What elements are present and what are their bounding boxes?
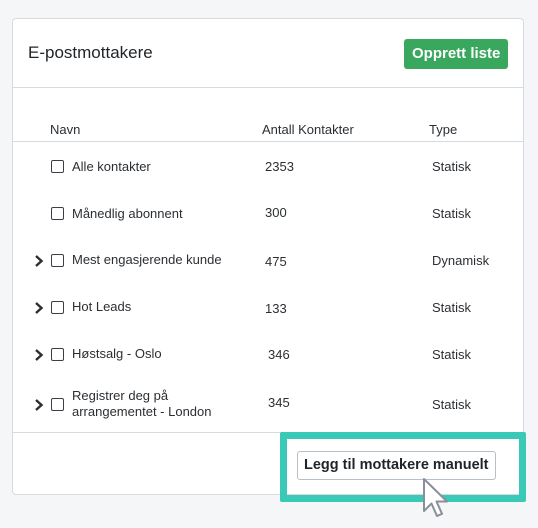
header-divider: [13, 141, 523, 142]
card-header: E-postmottakere Opprett liste: [13, 19, 523, 88]
table-row[interactable]: Mest engasjerende kunde 475 Dynamisk: [13, 251, 523, 271]
row-checkbox[interactable]: [51, 398, 64, 411]
row-name: Registrer deg på arrangementet - London: [72, 388, 212, 419]
table-row[interactable]: Hot Leads 133 Statisk: [13, 298, 523, 318]
chevron-right-icon[interactable]: [32, 398, 46, 412]
row-count: 345: [268, 395, 290, 410]
mouse-pointer-icon: [423, 478, 448, 517]
row-name: Høstsalg - Oslo: [72, 346, 162, 361]
row-count: 133: [265, 301, 287, 316]
table-row[interactable]: Registrer deg på arrangementet - London …: [13, 387, 523, 423]
row-checkbox[interactable]: [51, 301, 64, 314]
row-name: Månedlig abonnent: [72, 206, 183, 221]
create-list-button[interactable]: Opprett liste: [404, 39, 509, 69]
row-count: 2353: [265, 159, 294, 174]
row-type: Statisk: [432, 397, 472, 412]
table-row[interactable]: Månedlig abonnent 300 Statisk: [13, 204, 523, 224]
column-header-count[interactable]: Antall Kontakter: [262, 122, 354, 137]
row-type: Statisk: [432, 347, 472, 362]
row-name: Mest engasjerende kunde: [72, 252, 222, 267]
column-header-name[interactable]: Navn: [50, 122, 80, 137]
table-row[interactable]: Høstsalg - Oslo 346 Statisk: [13, 345, 523, 365]
row-type: Statisk: [432, 206, 472, 221]
page-title: E-postmottakere: [28, 43, 153, 62]
row-count: 346: [268, 347, 290, 362]
row-count: 475: [265, 254, 287, 269]
row-type: Statisk: [432, 300, 472, 315]
row-name: Hot Leads: [72, 299, 132, 314]
recipients-card: E-postmottakere Opprett liste Navn Antal…: [12, 18, 524, 495]
row-checkbox[interactable]: [51, 207, 64, 220]
table-row[interactable]: Alle kontakter 2353 Statisk: [13, 157, 523, 177]
row-type: Statisk: [432, 159, 472, 174]
row-count: 300: [265, 205, 287, 220]
row-checkbox[interactable]: [51, 348, 64, 361]
row-name: Alle kontakter: [72, 159, 151, 174]
chevron-right-icon[interactable]: [32, 254, 46, 268]
row-checkbox[interactable]: [51, 254, 64, 267]
add-recipients-manually-button[interactable]: Legg til mottakere manuelt: [297, 451, 496, 480]
chevron-right-icon[interactable]: [32, 348, 46, 362]
row-type: Dynamisk: [432, 253, 490, 268]
column-header-type[interactable]: Type: [429, 122, 457, 137]
row-checkbox[interactable]: [51, 160, 64, 173]
chevron-right-icon[interactable]: [32, 301, 46, 315]
